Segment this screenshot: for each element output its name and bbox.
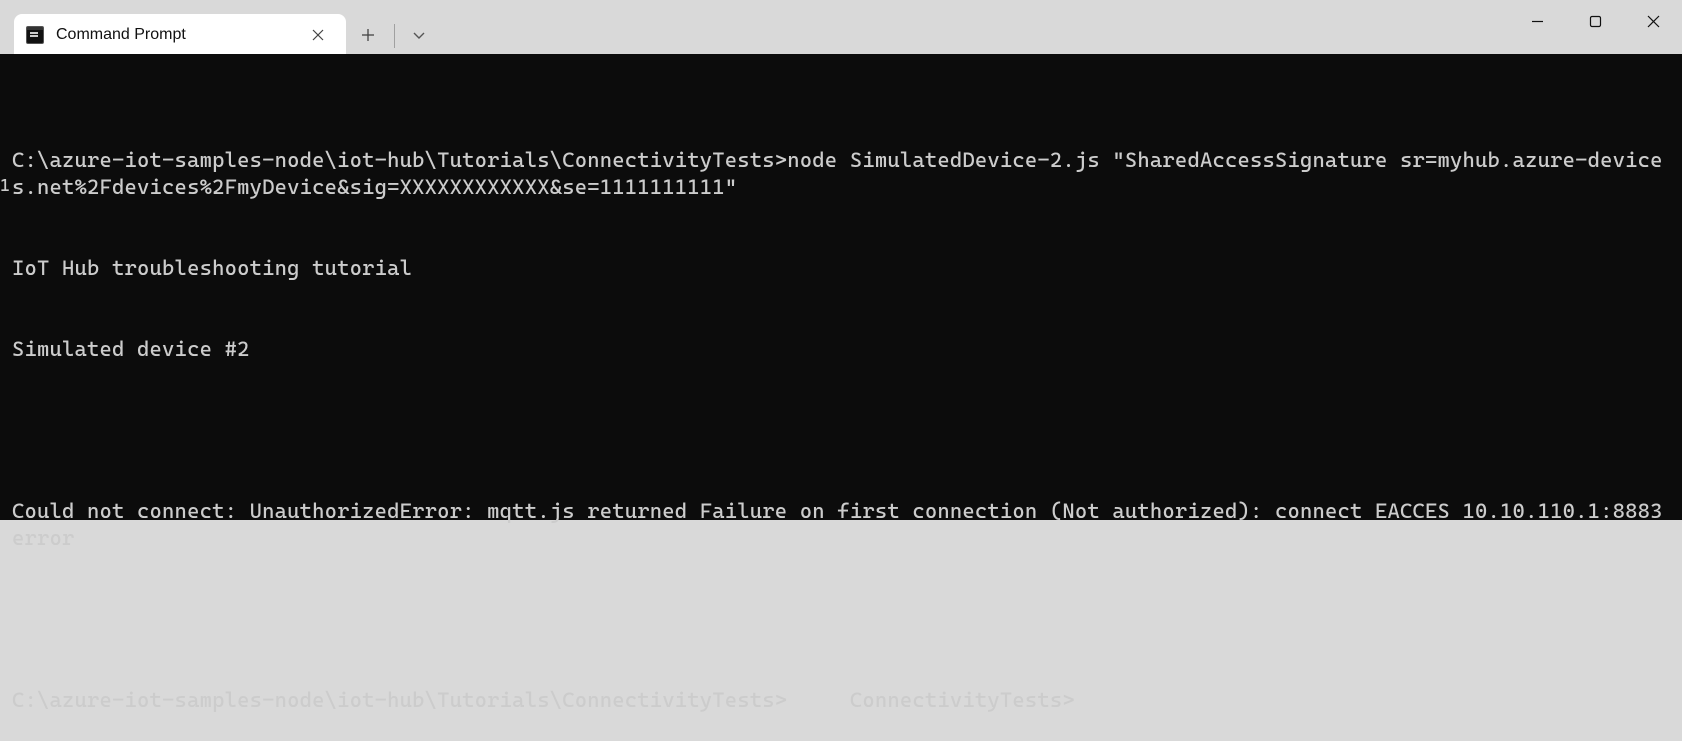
terminal-line: C:\azure-iot-samples-node\iot-hub\Tutori… bbox=[12, 687, 1670, 714]
line-marker: 1 bbox=[0, 172, 10, 199]
titlebar: Command Prompt bbox=[0, 0, 1682, 54]
tab-title: Command Prompt bbox=[56, 26, 292, 44]
terminal-line: Could not connect: UnauthorizedError: mq… bbox=[12, 498, 1670, 552]
terminal-line: Simulated device #2 bbox=[12, 336, 1670, 363]
terminal-line bbox=[12, 606, 1670, 633]
new-tab-button[interactable] bbox=[346, 14, 390, 56]
window-controls bbox=[1508, 0, 1682, 42]
terminal-icon bbox=[26, 26, 44, 44]
terminal-output[interactable]: 1 C:\azure-iot-samples-node\iot-hub\Tuto… bbox=[0, 54, 1682, 520]
terminal-line: C:\azure-iot-samples-node\iot-hub\Tutori… bbox=[12, 147, 1670, 201]
tab-close-button[interactable] bbox=[304, 21, 332, 49]
minimize-button[interactable] bbox=[1508, 0, 1566, 42]
tab-command-prompt[interactable]: Command Prompt bbox=[14, 14, 346, 56]
maximize-button[interactable] bbox=[1566, 0, 1624, 42]
terminal-line bbox=[12, 417, 1670, 444]
tab-divider bbox=[394, 24, 395, 48]
terminal-line: IoT Hub troubleshooting tutorial bbox=[12, 255, 1670, 282]
close-window-button[interactable] bbox=[1624, 0, 1682, 42]
tab-dropdown-button[interactable] bbox=[399, 14, 439, 56]
